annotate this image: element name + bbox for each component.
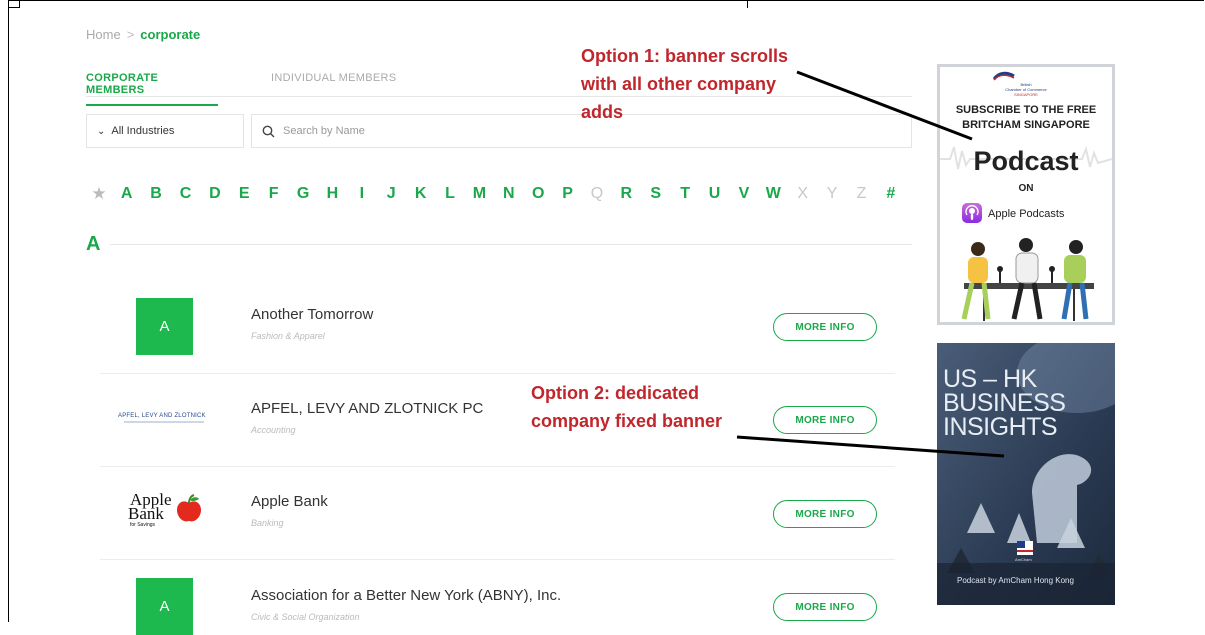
search-icon <box>262 125 275 137</box>
company-logo: A <box>136 578 193 635</box>
alphabet-letter[interactable]: K <box>406 185 435 203</box>
alphabet-letter[interactable]: P <box>553 185 582 203</box>
alphabet-letter[interactable]: D <box>200 185 229 203</box>
banner2-title: US – HK BUSINESS INSIGHTS <box>943 365 1066 441</box>
alphabet-nav: ★ A B C D E F G H I J K L M N O P Q R S T U V W X Y Z # <box>86 184 906 204</box>
breadcrumb-current: corporate <box>140 27 201 42</box>
banner2-title-line3: INSIGHTS <box>943 413 1058 441</box>
more-info-button[interactable]: MORE INFO <box>773 313 877 341</box>
banner1-platform: Apple Podcasts <box>988 208 1065 220</box>
apple-logo-word3: for Savings <box>130 522 156 528</box>
banner1-headline: SUBSCRIBE TO THE FREE BRITCHAM SINGAPORE <box>940 103 1112 133</box>
banner-us-hk-business-insights[interactable]: US – HK BUSINESS INSIGHTS AmCham Podcast… <box>937 343 1115 605</box>
search-placeholder: Search by Name <box>283 125 365 137</box>
alphabet-letter[interactable]: H <box>318 185 347 203</box>
alphabet-letter[interactable]: L <box>435 185 464 203</box>
britcham-org-line3: SINGAPORE <box>1014 92 1038 97</box>
alphabet-letter[interactable]: G <box>288 185 317 203</box>
chevron-down-icon: ⌄ <box>97 125 106 137</box>
alphabet-letter[interactable]: M <box>465 185 494 203</box>
alphabet-letter[interactable]: A <box>112 185 141 203</box>
star-icon[interactable]: ★ <box>86 184 112 204</box>
row-divider <box>100 373 895 374</box>
annotation-option1-line1: Option 1: banner scrolls <box>581 46 789 66</box>
breadcrumb-home[interactable]: Home <box>86 27 121 42</box>
company-logo-underline <box>124 421 204 423</box>
company-category: Accounting <box>251 425 296 435</box>
amcham-flag-icon <box>1017 541 1033 555</box>
apple-icon <box>177 494 201 522</box>
tab-corporate-members[interactable]: CORPORATE MEMBERS <box>86 72 218 106</box>
alphabet-letter: Z <box>856 185 867 202</box>
company-name[interactable]: APFEL, LEVY AND ZLOTNICK PC <box>251 400 483 417</box>
frame-notch <box>8 0 20 8</box>
tab-individual-members[interactable]: INDIVIDUAL MEMBERS <box>271 72 396 92</box>
section-letter: A <box>86 233 101 255</box>
breadcrumb: Home > corporate <box>86 27 200 42</box>
alphabet-letter[interactable]: N <box>494 185 523 203</box>
company-category: Civic & Social Organization <box>251 612 360 622</box>
banner1-podcast: Podcast <box>973 146 1079 176</box>
alphabet-letter[interactable]: T <box>670 185 699 203</box>
industries-dropdown-label: All Industries <box>111 125 175 137</box>
frame-divider <box>747 0 748 8</box>
alphabet-letter[interactable]: R <box>612 185 641 203</box>
britcham-org: British Chamber of Commerce SINGAPORE <box>940 82 1112 97</box>
annotation-option1-line2: with all other company <box>581 74 777 94</box>
more-info-button[interactable]: MORE INFO <box>773 593 877 621</box>
more-info-button[interactable]: MORE INFO <box>773 500 877 528</box>
alphabet-letter[interactable]: S <box>641 185 670 203</box>
alphabet-letter[interactable]: C <box>171 185 200 203</box>
alphabet-letter[interactable]: W <box>759 185 788 203</box>
company-category: Fashion & Apparel <box>251 331 325 341</box>
alphabet-letter[interactable]: B <box>141 185 170 203</box>
banner2-title-line1: US – HK <box>943 365 1037 393</box>
annotation-option1: Option 1: banner scrolls with all other … <box>581 42 788 126</box>
annotation-option2-line1: Option 2: dedicated <box>531 383 700 403</box>
alphabet-letter: X <box>797 185 809 202</box>
company-logo: APFEL, LEVY AND ZLOTNICK <box>118 413 206 419</box>
podcast-people-illustration <box>961 238 1094 321</box>
row-divider <box>100 466 895 467</box>
alphabet-letter[interactable]: F <box>259 185 288 203</box>
annotation-option1-line3: adds <box>581 102 624 122</box>
banner2-footer: Podcast by AmCham Hong Kong <box>957 576 1074 585</box>
banner1-on: ON <box>1018 183 1034 194</box>
banner2-title-line2: BUSINESS <box>943 389 1066 417</box>
alphabet-letter[interactable]: V <box>729 185 758 203</box>
company-category: Banking <box>251 518 284 528</box>
alphabet-letter[interactable]: J <box>377 185 406 203</box>
alphabet-letter: Q <box>590 185 604 202</box>
annotation-option2-line2: company fixed banner <box>531 411 723 431</box>
industries-dropdown[interactable]: ⌄ All Industries <box>86 114 244 148</box>
apple-podcasts-icon <box>962 203 982 223</box>
alphabet-letter[interactable]: I <box>347 185 376 203</box>
alphabet-letter[interactable]: # <box>876 185 905 203</box>
annotation-option2: Option 2: dedicated company fixed banner <box>531 379 722 435</box>
member-tabs: CORPORATE MEMBERS INDIVIDUAL MEMBERS <box>86 72 912 106</box>
row-divider <box>100 559 895 560</box>
alphabet-letter[interactable]: O <box>523 185 552 203</box>
company-logo: A <box>136 298 193 355</box>
britcham-flag-icon <box>993 71 1015 81</box>
banner1-headline-line1: SUBSCRIBE TO THE FREE <box>955 104 1097 116</box>
alphabet-letter: Y <box>826 185 838 202</box>
company-name[interactable]: Apple Bank <box>251 493 328 510</box>
breadcrumb-separator: > <box>126 27 135 42</box>
banner1-headline-line2: BRITCHAM SINGAPORE <box>962 119 1090 131</box>
alphabet-letter[interactable]: U <box>700 185 729 203</box>
company-name[interactable]: Association for a Better New York (ABNY)… <box>251 587 561 604</box>
company-name[interactable]: Another Tomorrow <box>251 306 373 323</box>
amcham-badge-text: AmCham <box>1015 557 1032 562</box>
more-info-button[interactable]: MORE INFO <box>773 406 877 434</box>
banner-britcham-podcast[interactable]: British Chamber of Commerce SINGAPORE SU… <box>937 64 1115 325</box>
alphabet-letter[interactable]: E <box>230 185 259 203</box>
company-logo: Apple Bank for Savings <box>128 491 208 532</box>
apple-logo-word2: Bank <box>128 504 164 523</box>
section-divider <box>110 244 912 245</box>
